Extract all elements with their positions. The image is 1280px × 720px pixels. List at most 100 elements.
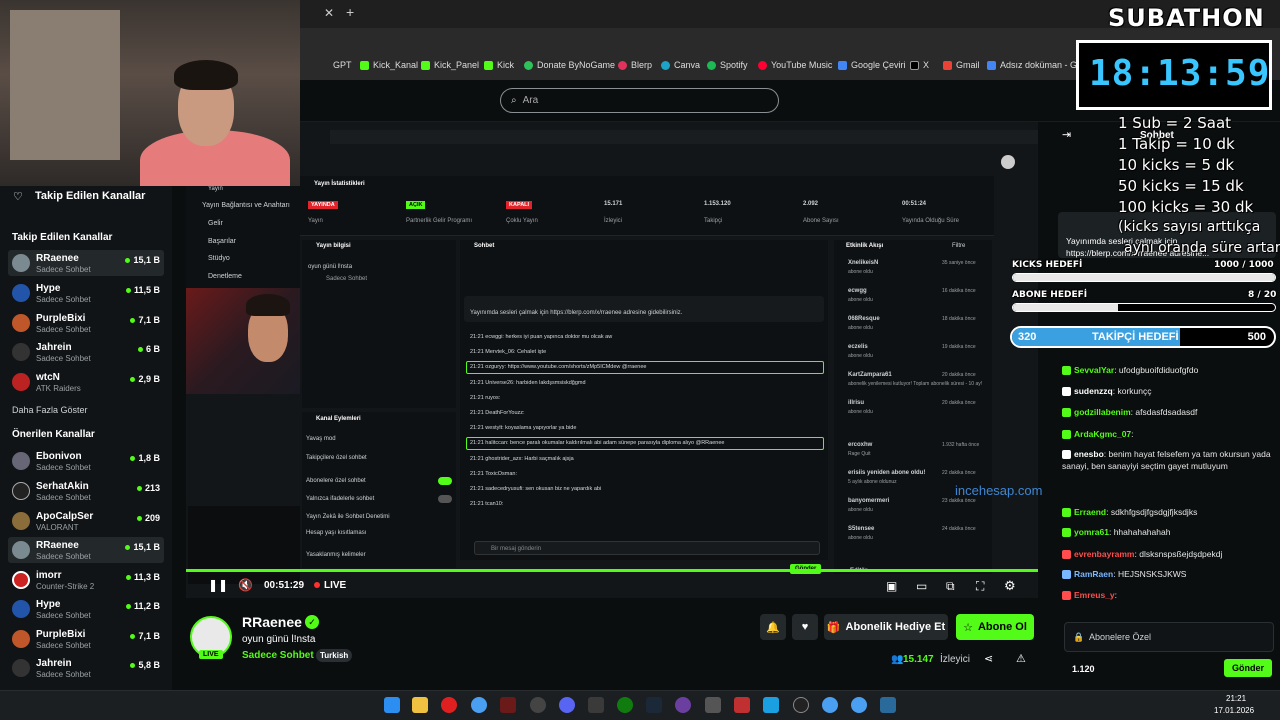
bookmark-item[interactable]: Kick_Panel xyxy=(421,60,479,70)
sidebar-channel-item[interactable]: SerhatAkin Sadece Sohbet 213 xyxy=(8,478,164,504)
app-icon[interactable] xyxy=(880,697,896,713)
chrome-icon[interactable] xyxy=(851,697,867,713)
follow-button[interactable]: ♥ xyxy=(792,614,818,640)
xbox-icon[interactable] xyxy=(617,697,633,713)
viewer-count: 6 B xyxy=(138,344,160,354)
new-tab-button[interactable]: + xyxy=(346,4,354,20)
app-icon[interactable] xyxy=(588,697,604,713)
show-more-link[interactable]: Daha Fazla Göster xyxy=(12,405,88,415)
app-icon[interactable] xyxy=(763,697,779,713)
pip-icon[interactable]: ⧉ xyxy=(946,579,955,594)
chat-input[interactable]: 🔒 Abonelere Özel xyxy=(1064,622,1274,652)
bookmark-item[interactable]: Donate ByNoGame xyxy=(524,60,615,70)
sidebar-channel-item[interactable]: Jahrein Sadece Sohbet 5,8 B xyxy=(8,655,164,681)
subscribe-button[interactable]: ☆ Abone Ol xyxy=(956,614,1034,640)
gift-subscription-button[interactable]: 🎁 Abonelik Hediye Et xyxy=(824,614,948,640)
chrome-icon[interactable] xyxy=(822,697,838,713)
sidebar-channel-item[interactable]: Jahrein Sadece Sohbet 6 B xyxy=(8,339,164,365)
discord-icon[interactable] xyxy=(559,697,575,713)
settings-icon[interactable]: ⚙ xyxy=(1004,578,1016,594)
bookmark-item[interactable]: Gmail xyxy=(943,60,980,70)
stat-badge: KAPALI xyxy=(506,201,533,209)
action-item[interactable]: Yavaş mod xyxy=(306,436,336,442)
fullscreen-icon[interactable]: ⛶ xyxy=(976,579,984,594)
sidebar-channel-item[interactable]: PurpleBixi Sadece Sohbet 7,1 B xyxy=(8,626,164,652)
chat-username[interactable]: godzillabenim xyxy=(1074,407,1131,417)
kicks-goal: KICKS HEDEFİ 1000 / 1000 xyxy=(1010,258,1278,286)
bookmark-item[interactable]: GPT xyxy=(333,60,352,70)
bookmark-item[interactable]: YouTube Music xyxy=(758,60,832,70)
pause-icon[interactable]: ❚❚ xyxy=(208,578,228,592)
action-item[interactable]: Yasaklanmış kelimeler xyxy=(306,552,366,558)
sidebar-channel-item[interactable]: ApoCalpSer VALORANT 209 xyxy=(8,508,164,534)
app-icon[interactable] xyxy=(734,697,750,713)
bookmark-item[interactable]: Blerp xyxy=(618,60,652,70)
action-item[interactable]: Yayın Zekâ ile Sohbet Denetimi xyxy=(306,514,390,520)
bookmark-item[interactable]: Kick_Kanal xyxy=(360,60,418,70)
sidebar-followed-title: Takip Edilen Kanallar xyxy=(35,190,146,202)
share-icon[interactable]: ⋖ xyxy=(984,652,993,665)
sidebar-channel-item[interactable]: RRaenee Sadece Sohbet 15,1 B xyxy=(8,250,164,276)
app-icon[interactable] xyxy=(500,697,516,713)
start-icon[interactable] xyxy=(384,697,400,713)
chrome-icon[interactable] xyxy=(471,697,487,713)
search-input[interactable]: ⌕ Ara xyxy=(500,88,779,113)
app-icon[interactable] xyxy=(705,697,721,713)
language-tag[interactable]: Turkish xyxy=(316,649,353,662)
stream-category-link[interactable]: Sadece Sohbet xyxy=(242,650,314,661)
sidebar-channel-item[interactable]: wtcN ATK Raiders 2,9 B xyxy=(8,369,164,395)
chat-username[interactable]: SevvalYar xyxy=(1074,365,1114,375)
app-icon[interactable] xyxy=(530,697,546,713)
action-item[interactable]: Hesap yaşı kısıtlaması xyxy=(306,530,366,536)
dashboard-chat-input[interactable]: Bir mesaj gönderin xyxy=(474,541,820,555)
sidebar-channel-item[interactable]: Hype Sadece Sohbet 11,2 B xyxy=(8,596,164,622)
chat-username[interactable]: enesbo xyxy=(1074,449,1104,459)
close-tab-icon[interactable]: ✕ xyxy=(324,6,334,20)
chat-username[interactable]: RamRaen xyxy=(1074,569,1113,579)
toggle-switch[interactable] xyxy=(438,477,452,485)
sidebar-channel-item[interactable]: RRaenee Sadece Sohbet 15,1 B xyxy=(8,537,164,563)
unreal-icon[interactable] xyxy=(793,697,809,713)
viewer-count: 209 xyxy=(137,513,160,523)
chat-username[interactable]: evrenbayramm xyxy=(1074,549,1134,559)
sidebar-channel-item[interactable]: Ebonivon Sadece Sohbet 1,8 B xyxy=(8,448,164,474)
sidebar-channel-item[interactable]: PurpleBixi Sadece Sohbet 7,1 B xyxy=(8,310,164,336)
collapse-chat-icon[interactable]: ⇥ xyxy=(1062,128,1071,141)
clip-icon[interactable]: ▣ xyxy=(886,579,897,593)
action-item[interactable]: Abonelere özel sohbet xyxy=(306,478,366,484)
chat-username[interactable]: ArdaKgmc_07 xyxy=(1074,429,1131,439)
profile-icon[interactable] xyxy=(1001,155,1015,169)
action-item[interactable]: Yalnızca ifadelerle sohbet xyxy=(306,496,374,502)
steam-icon[interactable] xyxy=(646,697,662,713)
action-item[interactable]: Takipçilere özel sohbet xyxy=(306,455,367,461)
toggle-switch[interactable] xyxy=(438,495,452,503)
chat-username[interactable]: sudenzzq xyxy=(1074,386,1113,396)
report-icon[interactable]: ⚠ xyxy=(1016,652,1026,665)
channel-name[interactable]: RRaenee xyxy=(242,614,302,630)
sidebar-channel-item[interactable]: imorr Counter-Strike 2 11,3 B xyxy=(8,567,164,593)
channel-points[interactable]: 1.120 xyxy=(1072,664,1095,674)
progress-bar[interactable] xyxy=(186,569,1038,572)
mute-icon[interactable]: 🔇 xyxy=(238,578,253,592)
chat-username[interactable]: Erraend xyxy=(1074,507,1106,517)
bookmark-item[interactable]: Google Çeviri xyxy=(838,60,906,70)
bookmark-item[interactable]: Canva xyxy=(661,60,700,70)
bookmark-item[interactable]: Spotify xyxy=(707,60,748,70)
bookmark-item[interactable]: Kick xyxy=(484,60,514,70)
sidebar-channel-item[interactable]: Hype Sadece Sohbet 11,5 B xyxy=(8,280,164,306)
app-icon[interactable] xyxy=(675,697,691,713)
file-explorer-icon[interactable] xyxy=(412,697,428,713)
chat-username[interactable]: Emreus_y xyxy=(1074,590,1115,600)
bookmark-item[interactable]: X xyxy=(910,60,929,70)
media-icon[interactable] xyxy=(441,697,457,713)
windows-taskbar: 21:21 17.01.2026 xyxy=(0,690,1280,720)
verified-icon: ✓ xyxy=(305,615,319,629)
bookmark-item[interactable]: Adsız doküman - G... xyxy=(987,60,1085,70)
pinned-message: Yayınımda sesleri çalmak için https://bl… xyxy=(464,296,824,322)
stat-value: 1.153.120 xyxy=(704,201,731,207)
theater-icon[interactable]: ▭ xyxy=(916,579,927,593)
activity-filter-button[interactable]: Filtre xyxy=(952,243,965,249)
chat-username[interactable]: yomra61 xyxy=(1074,527,1109,537)
notification-bell-button[interactable]: 🔔 xyxy=(760,614,786,640)
chat-send-button[interactable]: Gönder xyxy=(1224,659,1273,677)
